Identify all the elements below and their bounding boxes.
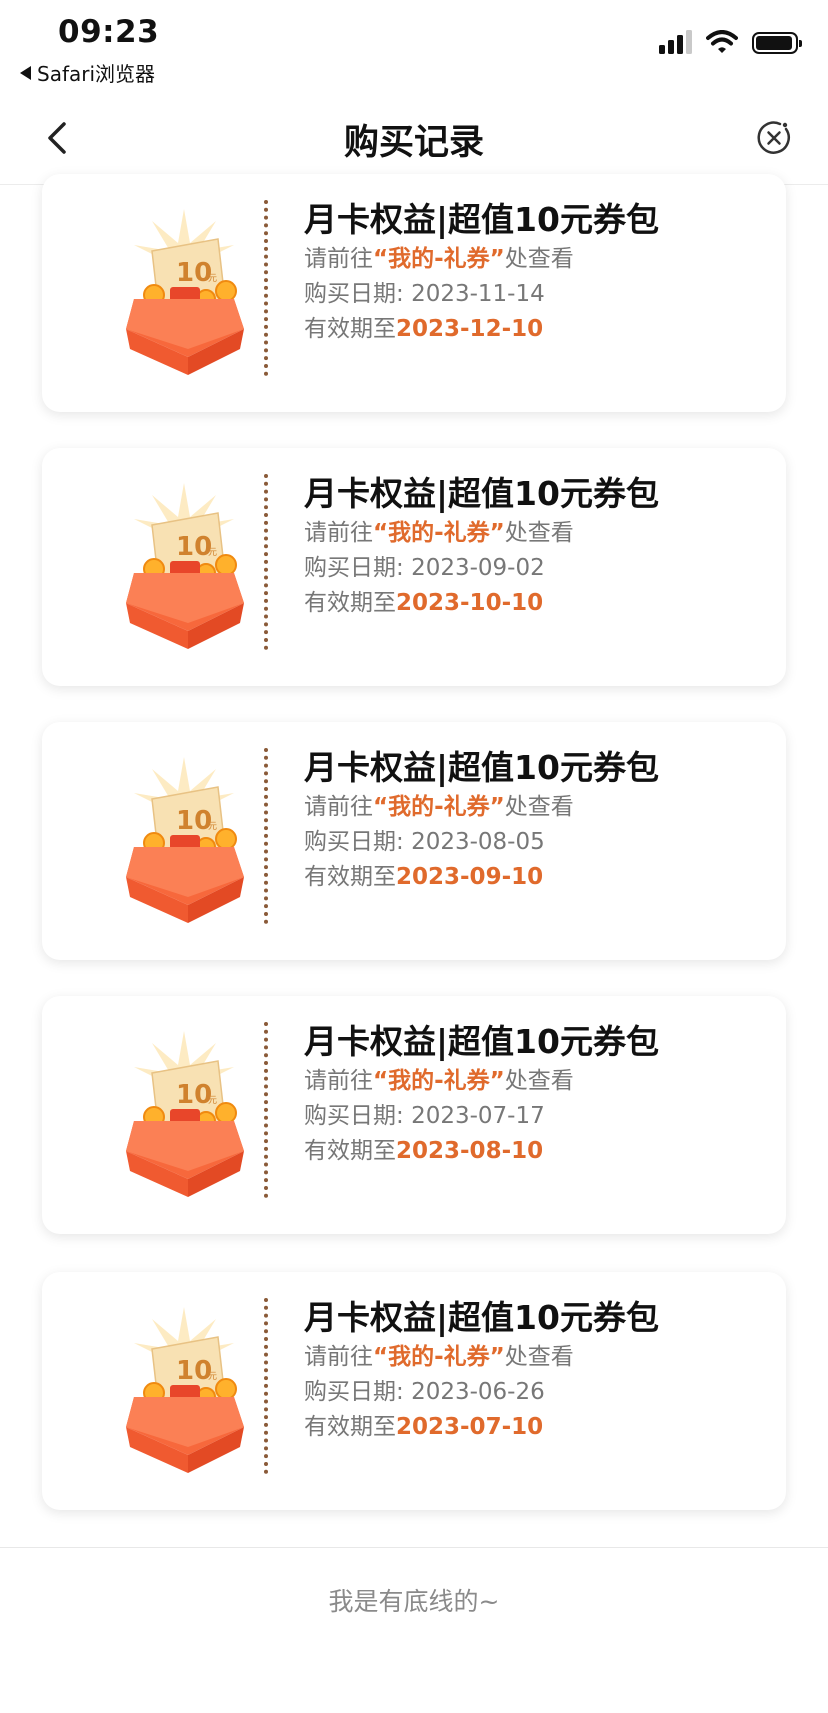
dotted-divider <box>264 200 268 376</box>
svg-text:10: 10 <box>176 258 212 288</box>
hint-prefix: 请前往 <box>304 794 373 820</box>
purchase-date: 购买日期: 2023-06-26 <box>304 1375 659 1410</box>
status-icons <box>659 30 802 54</box>
hint-suffix: 处查看 <box>504 794 574 820</box>
purchase-date-label: 购买日期: <box>304 1103 412 1129</box>
purchase-date: 购买日期: 2023-08-05 <box>304 825 659 860</box>
dotted-divider <box>264 474 268 650</box>
purchase-date-value: 2023-09-02 <box>411 555 545 581</box>
valid-until-date: 2023-09-10 <box>396 864 544 890</box>
battery-icon <box>752 32 802 54</box>
coupon-gift-box-icon: 10 元 <box>126 209 244 375</box>
footer-divider <box>0 1547 828 1548</box>
valid-until: 有效期至2023-12-10 <box>304 312 659 347</box>
purchase-date-value: 2023-06-26 <box>411 1379 545 1405</box>
purchase-date: 购买日期: 2023-07-17 <box>304 1099 659 1134</box>
purchase-record-card[interactable]: 10 元 月卡权益|超值10元券包 请前往“我的-礼券”处查看 购买日期: 20… <box>42 996 786 1234</box>
wifi-icon <box>706 30 738 53</box>
hint-prefix: 请前往 <box>304 1068 373 1094</box>
record-title: 月卡权益|超值10元券包 <box>304 1298 659 1337</box>
hint-suffix: 处查看 <box>504 1344 574 1370</box>
my-coupons-link[interactable]: “我的-礼券” <box>373 1344 505 1370</box>
back-triangle-icon <box>20 65 31 80</box>
status-time: 09:23 <box>58 14 160 50</box>
valid-until: 有效期至2023-08-10 <box>304 1134 659 1169</box>
record-title: 月卡权益|超值10元券包 <box>304 748 659 787</box>
purchase-record-card[interactable]: 10 元 月卡权益|超值10元券包 请前往“我的-礼券”处查看 购买日期: 20… <box>42 722 786 960</box>
record-hint: 请前往“我的-礼券”处查看 <box>304 1340 659 1375</box>
record-hint: 请前往“我的-礼券”处查看 <box>304 1064 659 1099</box>
hint-suffix: 处查看 <box>504 1068 574 1094</box>
close-circle-icon[interactable] <box>756 120 792 156</box>
valid-until-label: 有效期至 <box>304 1414 396 1440</box>
my-coupons-link[interactable]: “我的-礼券” <box>373 1068 505 1094</box>
valid-until: 有效期至2023-09-10 <box>304 860 659 895</box>
end-of-list-text: 我是有底线的~ <box>328 1587 500 1616</box>
my-coupons-link[interactable]: “我的-礼券” <box>373 246 505 272</box>
nav-bar: 购买记录 <box>0 92 828 185</box>
dotted-divider <box>264 748 268 924</box>
svg-text:元: 元 <box>208 822 217 832</box>
valid-until-label: 有效期至 <box>304 316 396 342</box>
svg-text:10: 10 <box>176 532 212 562</box>
hint-suffix: 处查看 <box>504 520 574 546</box>
record-hint: 请前往“我的-礼券”处查看 <box>304 242 659 277</box>
svg-text:元: 元 <box>208 274 217 284</box>
valid-until-date: 2023-10-10 <box>396 590 544 616</box>
svg-text:元: 元 <box>208 548 217 558</box>
back-to-app-link[interactable]: Safari浏览器 <box>20 58 155 87</box>
record-info: 月卡权益|超值10元券包 请前往“我的-礼券”处查看 购买日期: 2023-08… <box>304 746 659 895</box>
record-info: 月卡权益|超值10元券包 请前往“我的-礼券”处查看 购买日期: 2023-11… <box>304 198 659 347</box>
hint-prefix: 请前往 <box>304 1344 373 1370</box>
svg-text:10: 10 <box>176 1080 212 1110</box>
valid-until-label: 有效期至 <box>304 1138 396 1164</box>
my-coupons-link[interactable]: “我的-礼券” <box>373 520 505 546</box>
purchase-record-card[interactable]: 10 元 月卡权益|超值10元券包 请前往“我的-礼券”处查看 购买日期: 20… <box>42 1272 786 1510</box>
purchase-date-value: 2023-08-05 <box>411 829 545 855</box>
signal-icon <box>659 30 692 54</box>
purchase-record-card[interactable]: 10 元 月卡权益|超值10元券包 请前往“我的-礼券”处查看 购买日期: 20… <box>42 174 786 412</box>
record-hint: 请前往“我的-礼券”处查看 <box>304 790 659 825</box>
record-hint: 请前往“我的-礼券”处查看 <box>304 516 659 551</box>
purchase-date-label: 购买日期: <box>304 281 412 307</box>
svg-text:元: 元 <box>208 1372 217 1382</box>
hint-suffix: 处查看 <box>504 246 574 272</box>
coupon-gift-box-icon: 10 元 <box>126 757 244 923</box>
status-bar: 09:23 Safari浏览器 <box>0 0 828 92</box>
svg-text:10: 10 <box>176 1356 212 1386</box>
record-info: 月卡权益|超值10元券包 请前往“我的-礼券”处查看 购买日期: 2023-06… <box>304 1296 659 1445</box>
purchase-date-value: 2023-11-14 <box>411 281 545 307</box>
page-title: 购买记录 <box>343 123 484 163</box>
coupon-gift-box-icon: 10 元 <box>126 483 244 649</box>
coupon-gift-box-icon: 10 元 <box>126 1031 244 1197</box>
hint-prefix: 请前往 <box>304 520 373 546</box>
svg-text:元: 元 <box>208 1096 217 1106</box>
purchase-date: 购买日期: 2023-11-14 <box>304 277 659 312</box>
purchase-date: 购买日期: 2023-09-02 <box>304 551 659 586</box>
record-info: 月卡权益|超值10元券包 请前往“我的-礼券”处查看 购买日期: 2023-09… <box>304 472 659 621</box>
valid-until-label: 有效期至 <box>304 864 396 890</box>
back-app-label: Safari浏览器 <box>37 62 156 86</box>
valid-until-label: 有效期至 <box>304 590 396 616</box>
purchase-record-card[interactable]: 10 元 月卡权益|超值10元券包 请前往“我的-礼券”处查看 购买日期: 20… <box>42 448 786 686</box>
purchase-date-label: 购买日期: <box>304 555 412 581</box>
purchase-date-label: 购买日期: <box>304 829 412 855</box>
valid-until-date: 2023-08-10 <box>396 1138 544 1164</box>
dotted-divider <box>264 1022 268 1198</box>
valid-until: 有效期至2023-10-10 <box>304 586 659 621</box>
valid-until-date: 2023-12-10 <box>396 316 544 342</box>
coupon-gift-box-icon: 10 元 <box>126 1307 244 1473</box>
record-title: 月卡权益|超值10元券包 <box>304 200 659 239</box>
purchase-date-label: 购买日期: <box>304 1379 412 1405</box>
record-title: 月卡权益|超值10元券包 <box>304 1022 659 1061</box>
valid-until-date: 2023-07-10 <box>396 1414 544 1440</box>
record-info: 月卡权益|超值10元券包 请前往“我的-礼券”处查看 购买日期: 2023-07… <box>304 1020 659 1169</box>
hint-prefix: 请前往 <box>304 246 373 272</box>
dotted-divider <box>264 1298 268 1474</box>
valid-until: 有效期至2023-07-10 <box>304 1410 659 1445</box>
purchase-date-value: 2023-07-17 <box>411 1103 545 1129</box>
svg-text:10: 10 <box>176 806 212 836</box>
record-title: 月卡权益|超值10元券包 <box>304 474 659 513</box>
my-coupons-link[interactable]: “我的-礼券” <box>373 794 505 820</box>
